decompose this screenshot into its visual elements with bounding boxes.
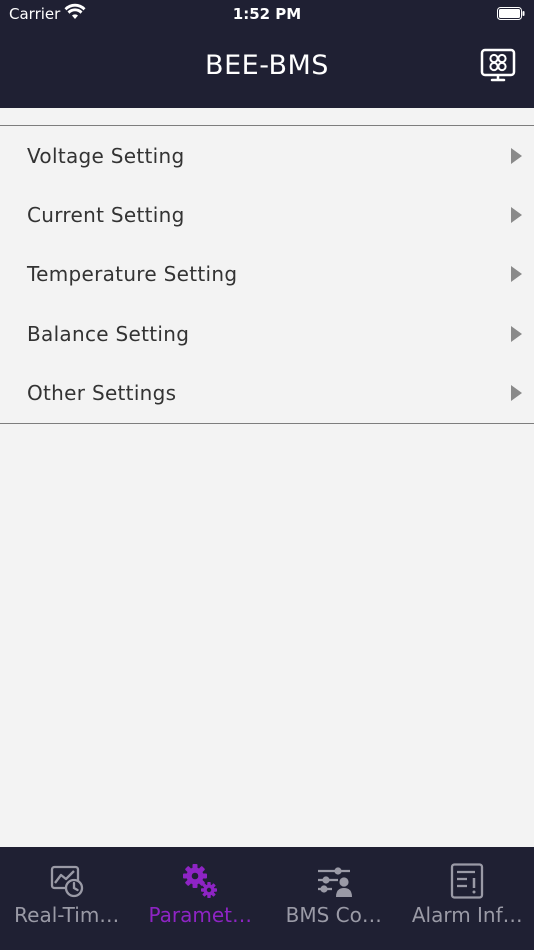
tab-parameters[interactable]: Paramet… xyxy=(134,847,268,950)
status-time: 1:52 PM xyxy=(232,5,302,23)
menu-item-label: Voltage Setting xyxy=(27,143,185,168)
menu-item-other-settings[interactable]: Other Settings xyxy=(0,364,534,423)
tab-real-time[interactable]: Real-Tim… xyxy=(0,847,134,950)
menu-item-label: Balance Setting xyxy=(27,321,190,346)
tab-label: Real-Tim… xyxy=(14,903,120,927)
device-monitor-icon[interactable] xyxy=(480,48,516,84)
menu-item-label: Other Settings xyxy=(27,381,177,406)
settings-menu-list: Voltage Setting Current Setting Temperat… xyxy=(0,125,534,424)
chevron-right-icon xyxy=(511,147,522,164)
alarm-doc-icon xyxy=(451,863,484,899)
chevron-right-icon xyxy=(511,266,522,283)
menu-item-temperature-setting[interactable]: Temperature Setting xyxy=(0,245,534,304)
chevron-right-icon xyxy=(511,385,522,402)
menu-item-current-setting[interactable]: Current Setting xyxy=(0,185,534,244)
tab-alarm-info[interactable]: Alarm Inf… xyxy=(401,847,534,950)
sliders-user-icon xyxy=(317,867,352,897)
menu-item-label: Current Setting xyxy=(27,203,185,228)
menu-item-label: Temperature Setting xyxy=(27,262,238,287)
realtime-chart-icon xyxy=(50,865,83,898)
tab-bar: Real-Tim… Paramet… BMS Co… Alarm Inf… xyxy=(0,847,534,950)
status-bar: Carrier 1:52 PM xyxy=(0,0,534,28)
tab-label: Paramet… xyxy=(148,903,253,927)
battery-icon xyxy=(497,7,525,20)
gears-icon xyxy=(183,864,218,898)
menu-item-balance-setting[interactable]: Balance Setting xyxy=(0,304,534,363)
tab-label: Alarm Inf… xyxy=(411,903,523,927)
tab-label: BMS Co… xyxy=(285,903,382,927)
navigation-bar: BEE-BMS xyxy=(0,28,534,108)
chevron-right-icon xyxy=(511,207,522,224)
chevron-right-icon xyxy=(511,325,522,342)
menu-item-voltage-setting[interactable]: Voltage Setting xyxy=(0,126,534,185)
page-title: BEE-BMS xyxy=(205,50,329,81)
tab-bms-control[interactable]: BMS Co… xyxy=(267,847,401,950)
